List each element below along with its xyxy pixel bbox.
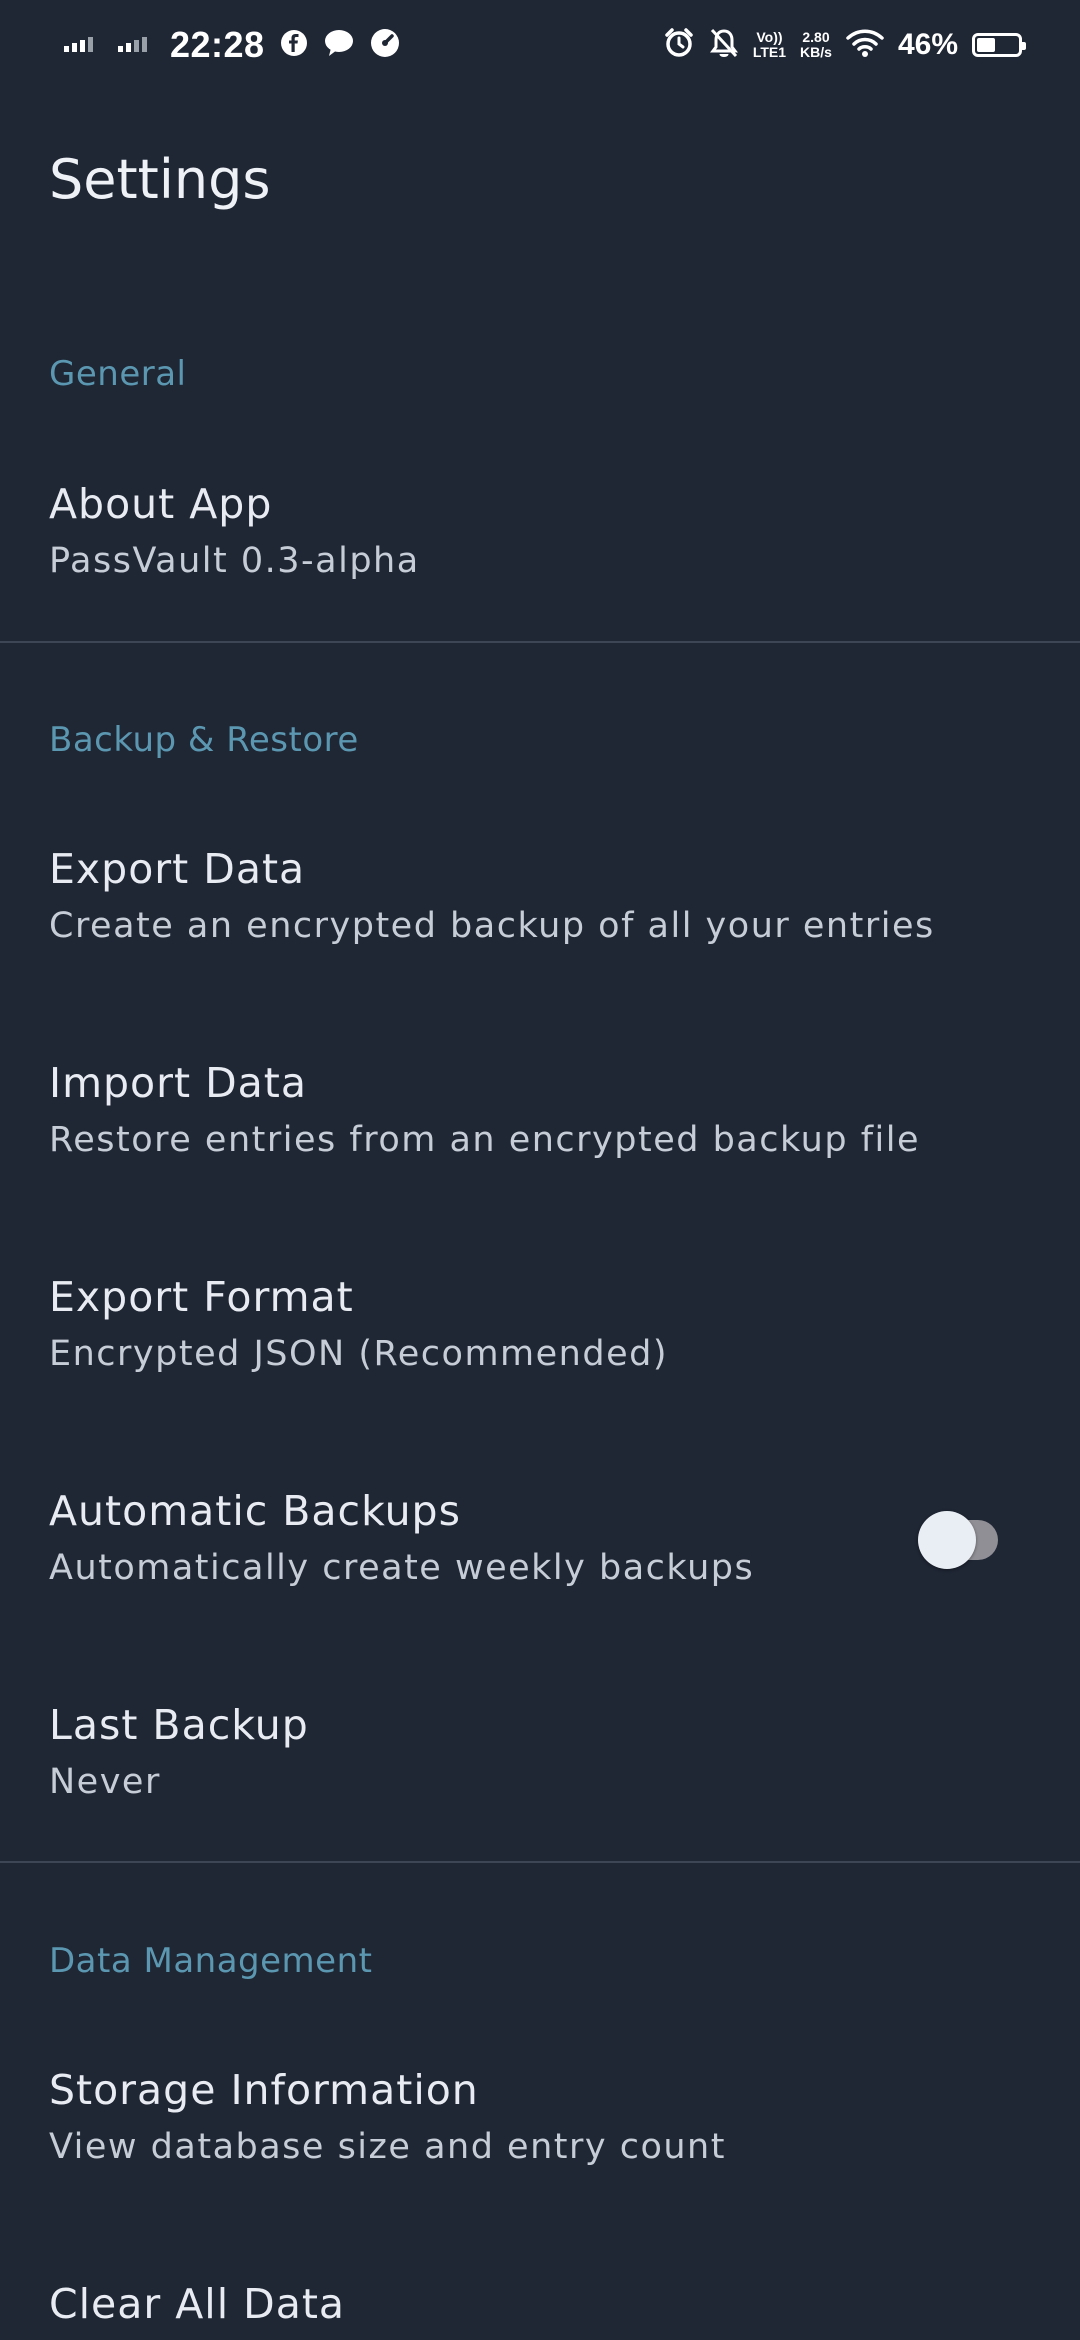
- status-time: 22:28: [170, 24, 265, 65]
- item-title: Export Data: [49, 845, 306, 893]
- bell-off-icon: [709, 27, 739, 63]
- export-data-item[interactable]: Export Data Create an encrypted backup o…: [0, 843, 1080, 951]
- about-app-item[interactable]: About App PassVault 0.3-alpha: [0, 478, 1080, 586]
- status-bar: 22:28 Vo)) LTE1 2.80 KB/s 46%: [0, 0, 1080, 90]
- item-title: About App: [49, 480, 273, 528]
- facebook-icon: [279, 28, 309, 62]
- signal-icon: [116, 32, 156, 58]
- item-title: Export Format: [49, 1273, 354, 1321]
- item-title: Clear All Data: [49, 2280, 346, 2328]
- toggle-thumb: [918, 1511, 976, 1569]
- item-subtitle: Encrypted JSON (Recommended): [49, 1334, 668, 1374]
- storage-information-item[interactable]: Storage Information View database size a…: [0, 2064, 1080, 2172]
- item-subtitle: Restore entries from an encrypted backup…: [49, 1120, 921, 1160]
- status-bar-left: 22:28: [62, 24, 401, 66]
- item-subtitle: Create an encrypted backup of all your e…: [49, 906, 935, 946]
- network-speed: 2.80 KB/s: [800, 29, 832, 60]
- automatic-backups-toggle[interactable]: [918, 1511, 998, 1569]
- section-header-data-management: Data Management: [49, 1941, 373, 1981]
- last-backup-item[interactable]: Last Backup Never: [0, 1699, 1080, 1807]
- divider: [0, 1861, 1080, 1863]
- item-title: Storage Information: [49, 2066, 479, 2114]
- section-header-backup: Backup & Restore: [49, 720, 359, 760]
- messenger-icon: [323, 28, 355, 62]
- item-subtitle: Never: [49, 1762, 161, 1802]
- status-bar-right: Vo)) LTE1 2.80 KB/s 46%: [663, 27, 1026, 63]
- page-title: Settings: [49, 148, 271, 211]
- clear-all-data-item[interactable]: Clear All Data: [0, 2278, 1080, 2330]
- item-title: Import Data: [49, 1059, 308, 1107]
- item-subtitle: View database size and entry count: [49, 2127, 726, 2167]
- battery-icon: [972, 33, 1026, 57]
- battery-level: [977, 38, 995, 52]
- wifi-icon: [846, 28, 884, 62]
- section-header-general: General: [49, 354, 187, 394]
- item-title: Last Backup: [49, 1701, 309, 1749]
- speedometer-icon: [369, 27, 401, 63]
- item-subtitle: PassVault 0.3-alpha: [49, 541, 420, 581]
- volte-indicator: Vo)) LTE1: [752, 29, 787, 60]
- alarm-icon: [663, 27, 695, 63]
- import-data-item[interactable]: Import Data Restore entries from an encr…: [0, 1057, 1080, 1165]
- divider: [0, 641, 1080, 643]
- export-format-item[interactable]: Export Format Encrypted JSON (Recommende…: [0, 1271, 1080, 1379]
- signal-icon: [62, 32, 102, 58]
- battery-percent: 46%: [897, 28, 958, 61]
